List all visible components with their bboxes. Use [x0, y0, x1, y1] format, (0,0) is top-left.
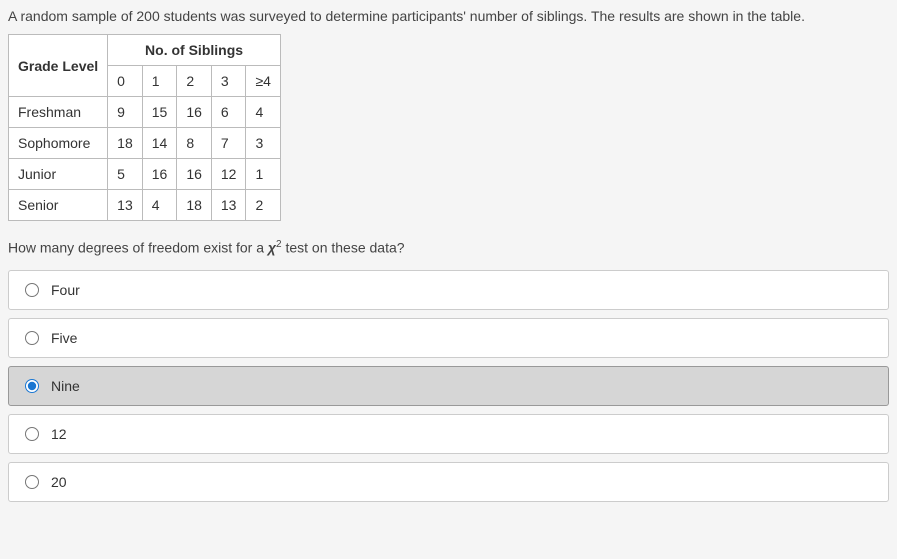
prompt-suffix: test on these data? [282, 240, 405, 256]
cell: 16 [142, 159, 177, 190]
cell: 13 [108, 190, 143, 221]
row-label: Senior [9, 190, 108, 221]
cell: 16 [177, 97, 212, 128]
answer-option-four[interactable]: Four [8, 270, 889, 310]
cell: 2 [246, 190, 280, 221]
table-row: Junior 5 16 16 12 1 [9, 159, 281, 190]
cell: 12 [211, 159, 246, 190]
table-subheader: 1 [142, 66, 177, 97]
table-header-siblings: No. of Siblings [108, 35, 281, 66]
cell: 6 [211, 97, 246, 128]
cell: 7 [211, 128, 246, 159]
answer-label: 20 [51, 474, 67, 490]
table-subheader: ≥4 [246, 66, 280, 97]
cell: 18 [108, 128, 143, 159]
answer-option-five[interactable]: Five [8, 318, 889, 358]
cell: 3 [246, 128, 280, 159]
cell: 4 [142, 190, 177, 221]
table-header-grade: Grade Level [9, 35, 108, 97]
question-prompt: How many degrees of freedom exist for a … [8, 239, 889, 256]
chi-symbol: χ [268, 240, 276, 256]
answer-option-twenty[interactable]: 20 [8, 462, 889, 502]
answer-label: 12 [51, 426, 67, 442]
answer-option-nine[interactable]: Nine [8, 366, 889, 406]
prompt-prefix: How many degrees of freedom exist for a [8, 240, 268, 256]
radio-five[interactable] [25, 331, 39, 345]
cell: 15 [142, 97, 177, 128]
cell: 1 [246, 159, 280, 190]
cell: 5 [108, 159, 143, 190]
question-intro: A random sample of 200 students was surv… [8, 8, 889, 24]
answer-option-twelve[interactable]: 12 [8, 414, 889, 454]
cell: 18 [177, 190, 212, 221]
data-table: Grade Level No. of Siblings 0 1 2 3 ≥4 F… [8, 34, 281, 221]
cell: 8 [177, 128, 212, 159]
cell: 14 [142, 128, 177, 159]
cell: 13 [211, 190, 246, 221]
row-label: Freshman [9, 97, 108, 128]
cell: 4 [246, 97, 280, 128]
radio-four[interactable] [25, 283, 39, 297]
answer-label: Five [51, 330, 77, 346]
table-subheader: 3 [211, 66, 246, 97]
answer-label: Four [51, 282, 80, 298]
row-label: Sophomore [9, 128, 108, 159]
table-row: Freshman 9 15 16 6 4 [9, 97, 281, 128]
cell: 16 [177, 159, 212, 190]
table-row: Senior 13 4 18 13 2 [9, 190, 281, 221]
radio-twenty[interactable] [25, 475, 39, 489]
row-label: Junior [9, 159, 108, 190]
table-row: Sophomore 18 14 8 7 3 [9, 128, 281, 159]
radio-twelve[interactable] [25, 427, 39, 441]
table-subheader: 2 [177, 66, 212, 97]
cell: 9 [108, 97, 143, 128]
radio-nine[interactable] [25, 379, 39, 393]
answer-label: Nine [51, 378, 80, 394]
table-subheader: 0 [108, 66, 143, 97]
